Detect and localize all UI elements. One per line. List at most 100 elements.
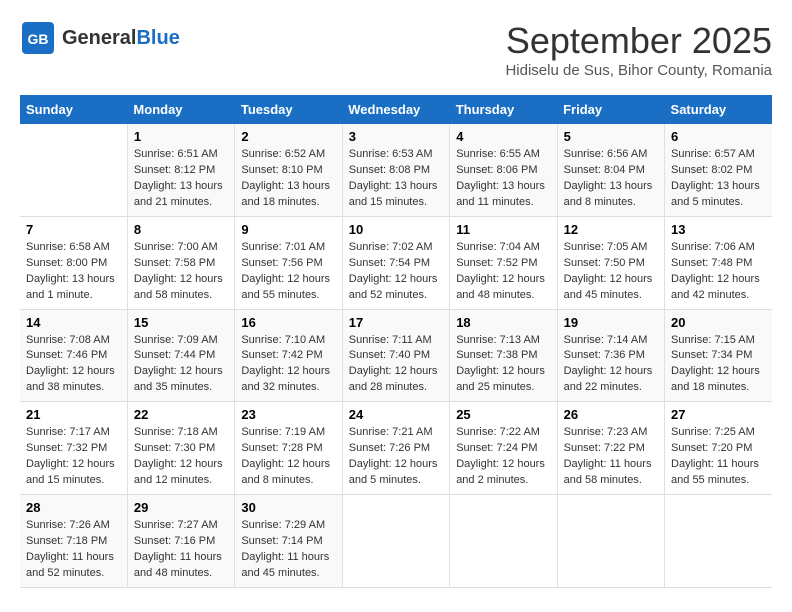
calendar-header-row: SundayMondayTuesdayWednesdayThursdayFrid… <box>20 95 772 124</box>
day-number: 18 <box>456 315 550 330</box>
day-number: 13 <box>671 222 766 237</box>
calendar-cell: 16 Sunrise: 7:10 AMSunset: 7:42 PMDayligh… <box>235 309 342 402</box>
day-info: Sunrise: 7:17 AMSunset: 7:32 PMDaylight:… <box>26 425 121 489</box>
day-info: Sunrise: 7:19 AMSunset: 7:28 PMDaylight:… <box>241 425 335 489</box>
calendar-week-row: 21Sunrise: 7:17 AMSunset: 7:32 PMDayligh… <box>20 402 772 495</box>
title-area: September 2025 Hidiselu de Sus, Bihor Co… <box>505 20 772 79</box>
calendar-cell: 14Sunrise: 7:08 AMSunset: 7:46 PMDayligh… <box>20 309 127 402</box>
day-number: 4 <box>456 129 550 144</box>
day-info: Sunrise: 7:22 AMSunset: 7:24 PMDaylight:… <box>456 425 550 489</box>
calendar-week-row: 28 Sunrise: 7:26 AMSunset: 7:18 PMDayligh… <box>20 495 772 588</box>
day-number: 10 <box>349 222 443 237</box>
calendar-week-row: 14Sunrise: 7:08 AMSunset: 7:46 PMDayligh… <box>20 309 772 402</box>
calendar-cell: 3Sunrise: 6:53 AMSunset: 8:08 PMDaylight… <box>342 124 449 216</box>
calendar-cell <box>342 495 449 588</box>
day-number: 6 <box>671 129 766 144</box>
location-title: Hidiselu de Sus, Bihor County, Romania <box>505 62 772 79</box>
day-info: Sunrise: 6:58 AMSunset: 8:00 PMDaylight:… <box>26 240 121 304</box>
weekday-header-wednesday: Wednesday <box>342 95 449 124</box>
calendar-cell: 17 Sunrise: 7:11 AMSunset: 7:40 PMDayligh… <box>342 309 449 402</box>
day-info: Sunrise: 7:27 AMSunset: 7:16 PMDaylight:… <box>134 518 228 582</box>
calendar-cell: 19Sunrise: 7:14 AMSunset: 7:36 PMDayligh… <box>557 309 664 402</box>
calendar-cell <box>557 495 664 588</box>
day-number: 12 <box>564 222 658 237</box>
calendar-cell: 10 Sunrise: 7:02 AMSunset: 7:54 PMDayligh… <box>342 216 449 309</box>
day-info: Sunrise: 7:06 AMSunset: 7:48 PMDaylight:… <box>671 240 766 304</box>
calendar-cell: 28 Sunrise: 7:26 AMSunset: 7:18 PMDayligh… <box>20 495 127 588</box>
calendar-cell: 26Sunrise: 7:23 AMSunset: 7:22 PMDayligh… <box>557 402 664 495</box>
day-info: Sunrise: 7:02 AMSunset: 7:54 PMDaylight:… <box>349 240 443 304</box>
day-info: Sunrise: 7:26 AMSunset: 7:18 PMDaylight:… <box>26 518 121 582</box>
weekday-header-friday: Friday <box>557 95 664 124</box>
weekday-header-monday: Monday <box>127 95 234 124</box>
calendar-cell: 30Sunrise: 7:29 AMSunset: 7:14 PMDayligh… <box>235 495 342 588</box>
calendar-cell: 9Sunrise: 7:01 AMSunset: 7:56 PMDaylight… <box>235 216 342 309</box>
day-info: Sunrise: 6:55 AMSunset: 8:06 PMDaylight:… <box>456 147 550 211</box>
day-info: Sunrise: 7:10 AMSunset: 7:42 PMDaylight:… <box>241 333 335 397</box>
day-info: Sunrise: 7:15 AMSunset: 7:34 PMDaylight:… <box>671 333 766 397</box>
calendar-cell: 6Sunrise: 6:57 AMSunset: 8:02 PMDaylight… <box>665 124 772 216</box>
day-info: Sunrise: 7:29 AMSunset: 7:14 PMDaylight:… <box>241 518 335 582</box>
day-number: 16 <box>241 315 335 330</box>
day-info: Sunrise: 7:04 AMSunset: 7:52 PMDaylight:… <box>456 240 550 304</box>
calendar-cell: 24 Sunrise: 7:21 AMSunset: 7:26 PMDayligh… <box>342 402 449 495</box>
day-info: Sunrise: 6:56 AMSunset: 8:04 PMDaylight:… <box>564 147 658 211</box>
day-number: 2 <box>241 129 335 144</box>
calendar-table: SundayMondayTuesdayWednesdayThursdayFrid… <box>20 95 772 588</box>
page-header: GB GeneralBlue September 2025 Hidiselu d… <box>20 20 772 79</box>
day-info: Sunrise: 6:51 AMSunset: 8:12 PMDaylight:… <box>134 147 228 211</box>
day-number: 3 <box>349 129 443 144</box>
calendar-week-row: 1 Sunrise: 6:51 AMSunset: 8:12 PMDaylight… <box>20 124 772 216</box>
day-number: 15 <box>134 315 228 330</box>
weekday-header-sunday: Sunday <box>20 95 127 124</box>
logo: GB GeneralBlue <box>20 20 180 56</box>
day-info: Sunrise: 7:25 AMSunset: 7:20 PMDaylight:… <box>671 425 766 489</box>
day-number: 7 <box>26 222 121 237</box>
day-number: 5 <box>564 129 658 144</box>
day-number: 8 <box>134 222 228 237</box>
calendar-cell: 2 Sunrise: 6:52 AMSunset: 8:10 PMDaylight… <box>235 124 342 216</box>
day-info: Sunrise: 7:13 AMSunset: 7:38 PMDaylight:… <box>456 333 550 397</box>
calendar-cell: 12 Sunrise: 7:05 AMSunset: 7:50 PMDayligh… <box>557 216 664 309</box>
day-info: Sunrise: 7:05 AMSunset: 7:50 PMDaylight:… <box>564 240 658 304</box>
day-number: 22 <box>134 407 228 422</box>
calendar-cell: 20 Sunrise: 7:15 AMSunset: 7:34 PMDayligh… <box>665 309 772 402</box>
calendar-cell: 1 Sunrise: 6:51 AMSunset: 8:12 PMDaylight… <box>127 124 234 216</box>
day-number: 26 <box>564 407 658 422</box>
day-number: 28 <box>26 500 121 515</box>
month-title: September 2025 <box>505 20 772 62</box>
day-number: 14 <box>26 315 121 330</box>
day-number: 17 <box>349 315 443 330</box>
calendar-cell: 8Sunrise: 7:00 AMSunset: 7:58 PMDaylight… <box>127 216 234 309</box>
day-number: 20 <box>671 315 766 330</box>
calendar-cell: 25Sunrise: 7:22 AMSunset: 7:24 PMDayligh… <box>450 402 557 495</box>
svg-text:GB: GB <box>28 31 49 47</box>
calendar-cell: 22 Sunrise: 7:18 AMSunset: 7:30 PMDayligh… <box>127 402 234 495</box>
day-number: 27 <box>671 407 766 422</box>
day-number: 24 <box>349 407 443 422</box>
calendar-cell: 15 Sunrise: 7:09 AMSunset: 7:44 PMDayligh… <box>127 309 234 402</box>
day-info: Sunrise: 7:14 AMSunset: 7:36 PMDaylight:… <box>564 333 658 397</box>
calendar-cell: 5 Sunrise: 6:56 AMSunset: 8:04 PMDaylight… <box>557 124 664 216</box>
day-info: Sunrise: 6:52 AMSunset: 8:10 PMDaylight:… <box>241 147 335 211</box>
calendar-cell: 7 Sunrise: 6:58 AMSunset: 8:00 PMDaylight… <box>20 216 127 309</box>
day-number: 1 <box>134 129 228 144</box>
calendar-cell <box>450 495 557 588</box>
day-info: Sunrise: 7:18 AMSunset: 7:30 PMDaylight:… <box>134 425 228 489</box>
day-number: 11 <box>456 222 550 237</box>
calendar-cell: 29 Sunrise: 7:27 AMSunset: 7:16 PMDayligh… <box>127 495 234 588</box>
calendar-cell: 4 Sunrise: 6:55 AMSunset: 8:06 PMDaylight… <box>450 124 557 216</box>
calendar-cell: 23Sunrise: 7:19 AMSunset: 7:28 PMDayligh… <box>235 402 342 495</box>
day-info: Sunrise: 7:09 AMSunset: 7:44 PMDaylight:… <box>134 333 228 397</box>
day-number: 9 <box>241 222 335 237</box>
calendar-cell: 27 Sunrise: 7:25 AMSunset: 7:20 PMDayligh… <box>665 402 772 495</box>
logo-general: GeneralBlue <box>62 27 180 49</box>
logo-icon: GB <box>20 20 56 56</box>
day-info: Sunrise: 7:21 AMSunset: 7:26 PMDaylight:… <box>349 425 443 489</box>
day-info: Sunrise: 7:11 AMSunset: 7:40 PMDaylight:… <box>349 333 443 397</box>
calendar-cell <box>20 124 127 216</box>
calendar-cell: 11 Sunrise: 7:04 AMSunset: 7:52 PMDayligh… <box>450 216 557 309</box>
weekday-header-saturday: Saturday <box>665 95 772 124</box>
day-number: 29 <box>134 500 228 515</box>
calendar-cell <box>665 495 772 588</box>
